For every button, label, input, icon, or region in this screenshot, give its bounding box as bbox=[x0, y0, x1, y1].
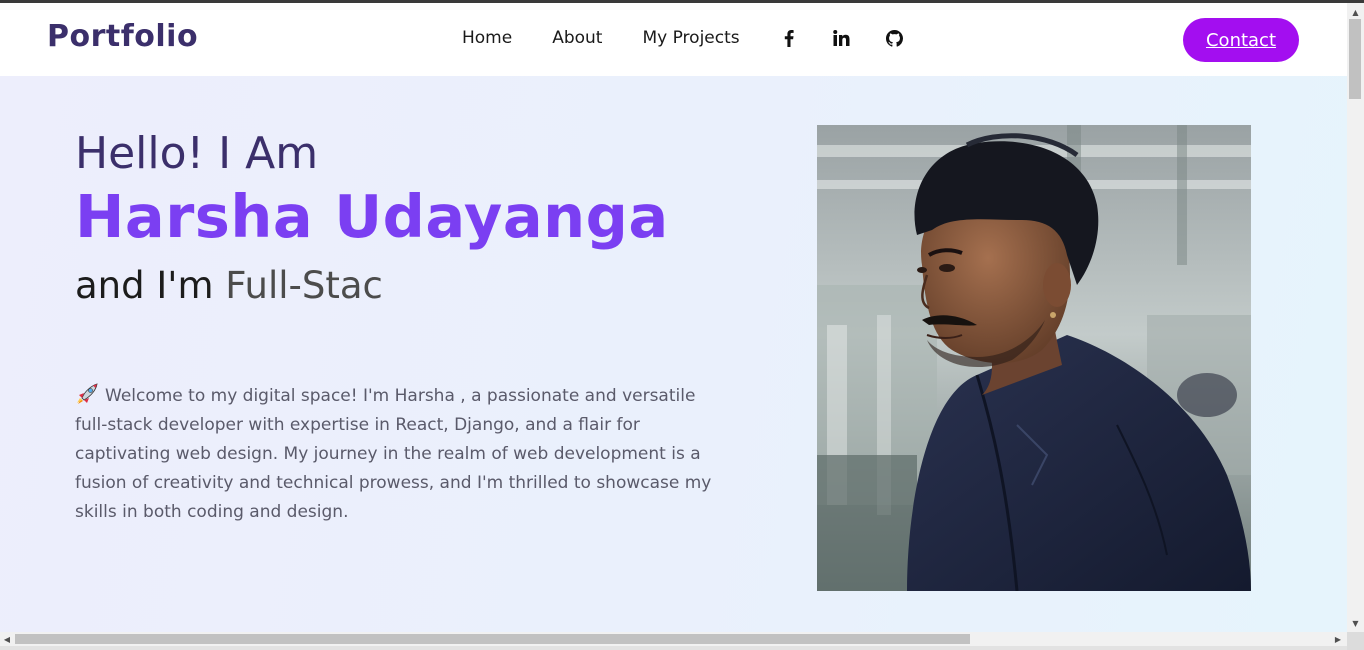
navbar: Portfolio Home About My Projects Contact bbox=[0, 3, 1347, 76]
scroll-right-arrow-icon[interactable]: ▶ bbox=[1331, 632, 1345, 646]
hero-intro-text: Welcome to my digital space! I'm Harsha … bbox=[75, 386, 712, 522]
scroll-up-arrow-icon[interactable]: ▲ bbox=[1347, 5, 1364, 19]
nav-link-about[interactable]: About bbox=[552, 28, 602, 48]
vertical-scrollbar-thumb[interactable] bbox=[1349, 19, 1361, 99]
window-bottom-strip bbox=[0, 646, 1347, 650]
hero-role-prefix: and I'm bbox=[75, 264, 214, 307]
facebook-icon[interactable] bbox=[780, 28, 798, 48]
hero-role-typed: Full-Stac bbox=[225, 264, 383, 307]
horizontal-scrollbar-thumb[interactable] bbox=[15, 634, 970, 644]
browser-viewport: Portfolio Home About My Projects Contact… bbox=[0, 0, 1364, 650]
hero-greeting: Hello! I Am bbox=[75, 128, 319, 179]
linkedin-icon[interactable] bbox=[833, 28, 851, 48]
nav-links: Home About My Projects bbox=[462, 28, 939, 48]
hero-intro: Welcome to my digital space! I'm Harsha … bbox=[75, 382, 717, 527]
scroll-down-arrow-icon[interactable]: ▼ bbox=[1347, 616, 1364, 630]
nav-link-my-projects[interactable]: My Projects bbox=[642, 28, 739, 48]
scrollbar-corner bbox=[1347, 632, 1364, 650]
hero-name: Harsha Udayanga bbox=[75, 182, 669, 251]
github-icon[interactable] bbox=[886, 28, 904, 48]
nav-link-home[interactable]: Home bbox=[462, 28, 512, 48]
hero-role-line: and I'm Full-Stac bbox=[75, 264, 383, 307]
profile-photo bbox=[817, 125, 1251, 591]
hero-section: Hello! I Am Harsha Udayanga and I'm Full… bbox=[0, 76, 1347, 632]
horizontal-scrollbar[interactable]: ◀ ▶ bbox=[0, 632, 1347, 646]
brand-logo[interactable]: Portfolio bbox=[47, 19, 198, 54]
scroll-left-arrow-icon[interactable]: ◀ bbox=[0, 632, 14, 646]
vertical-scrollbar[interactable]: ▲ ▼ bbox=[1347, 3, 1364, 632]
contact-button[interactable]: Contact bbox=[1183, 18, 1299, 62]
rocket-icon bbox=[75, 383, 99, 405]
